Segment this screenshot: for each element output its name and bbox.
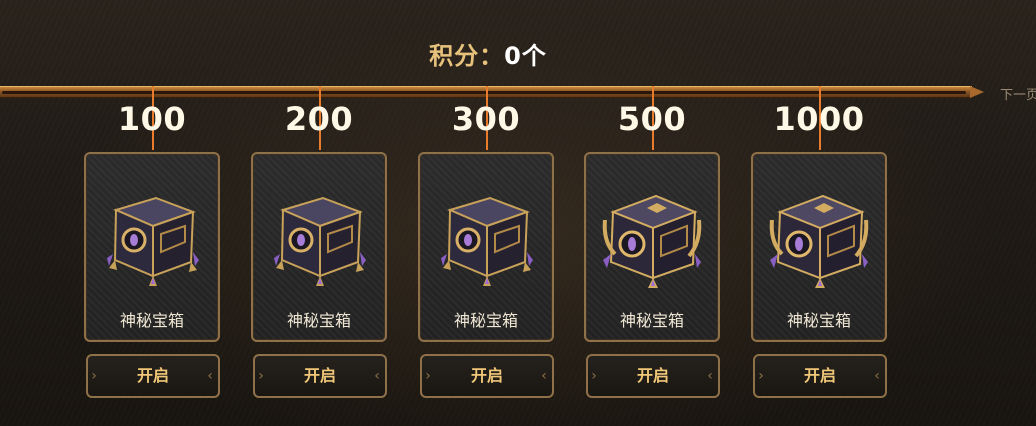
open-chest-button[interactable]: › 开启 ‹: [253, 354, 387, 398]
chest-name: 神秘宝箱: [119, 311, 184, 330]
chest-card: 神秘宝箱: [84, 152, 220, 342]
chest-name: 神秘宝箱: [453, 311, 518, 330]
chest-name: 神秘宝箱: [786, 311, 851, 330]
chest-card: 神秘宝箱: [751, 152, 887, 342]
chevron-right-icon: ›: [591, 368, 597, 384]
chevron-right-icon: ›: [758, 368, 764, 384]
chest-name: 神秘宝箱: [619, 311, 684, 330]
open-button-label: 开启: [303, 366, 336, 385]
tier-points: 500: [617, 100, 687, 138]
next-page-link[interactable]: 下一页: [1000, 84, 1036, 103]
chest-name: 神秘宝箱: [286, 311, 351, 330]
small-chest-icon: [107, 196, 199, 286]
open-button-label: 开启: [136, 366, 169, 385]
score-display: 积分：0个: [0, 36, 976, 71]
open-button-label: 开启: [636, 366, 669, 385]
open-button-label: 开启: [803, 366, 836, 385]
large-chest-icon: [602, 194, 702, 288]
chevron-left-icon: ‹: [874, 368, 880, 384]
tier-points: 100: [117, 100, 187, 138]
small-chest-icon: [274, 196, 366, 286]
chest-card: 神秘宝箱: [418, 152, 554, 342]
small-chest-icon: [441, 196, 533, 286]
chevron-left-icon: ‹: [374, 368, 380, 384]
chevron-right-icon: ›: [258, 368, 264, 384]
chest-card: 神秘宝箱: [251, 152, 387, 342]
chevron-left-icon: ‹: [207, 368, 213, 384]
reward-panel: 积分：0个 下一页 100 神秘宝箱 › 开启 ‹ 200 神秘宝箱 › 开启 …: [0, 0, 1036, 426]
chevron-left-icon: ‹: [707, 368, 713, 384]
open-chest-button[interactable]: › 开启 ‹: [753, 354, 887, 398]
chevron-right-icon: ›: [91, 368, 97, 384]
chevron-right-icon: ›: [425, 368, 431, 384]
score-label: 积分：: [429, 42, 505, 70]
tier-points: 1000: [773, 100, 865, 138]
tier-points: 200: [284, 100, 354, 138]
score-value: 0个: [504, 42, 547, 70]
open-chest-button[interactable]: › 开启 ‹: [586, 354, 720, 398]
open-button-label: 开启: [470, 366, 503, 385]
open-chest-button[interactable]: › 开启 ‹: [86, 354, 220, 398]
large-chest-icon: [769, 194, 869, 288]
open-chest-button[interactable]: › 开启 ‹: [420, 354, 554, 398]
chest-card: 神秘宝箱: [584, 152, 720, 342]
tier-points: 300: [451, 100, 521, 138]
track-arrow-icon: [970, 86, 984, 98]
chevron-left-icon: ‹: [541, 368, 547, 384]
